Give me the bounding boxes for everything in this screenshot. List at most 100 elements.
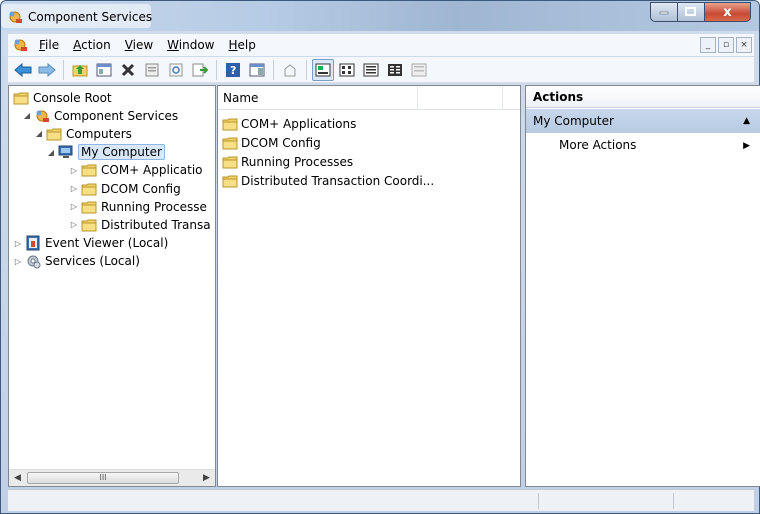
tree-item-label: Running Processe: [101, 199, 207, 214]
menu-help[interactable]: Help: [222, 38, 263, 52]
folder-icon: [81, 164, 97, 177]
expand-toggle-icon[interactable]: ▷: [13, 239, 23, 248]
tree-item[interactable]: Console Root: [13, 88, 112, 107]
caption-buttons: x: [650, 2, 751, 22]
large-icons-view-button[interactable]: [312, 58, 334, 81]
collapse-arrow-icon: ▲: [743, 116, 750, 126]
column-header-blank[interactable]: [418, 86, 503, 109]
tree-item[interactable]: ◢ Component Services: [22, 106, 178, 125]
export-list-button[interactable]: [189, 59, 211, 81]
list-item[interactable]: DCOM Config: [222, 133, 321, 152]
mdi-restore-button[interactable]: ▫: [718, 37, 734, 53]
tree-item[interactable]: ▷ DCOM Config: [69, 179, 181, 198]
mdi-buttons: _ ▫ ×: [700, 37, 752, 53]
expand-toggle-icon[interactable]: ◢: [22, 111, 32, 120]
expand-toggle-icon[interactable]: ▷: [13, 257, 23, 266]
toolbar-separator: [306, 59, 307, 80]
expand-toggle-icon[interactable]: ◢: [34, 129, 44, 138]
help-icon: ?: [226, 62, 240, 77]
minimize-button[interactable]: [650, 2, 678, 22]
event-viewer-icon: [26, 235, 40, 251]
tree-item[interactable]: ◢ Computers: [34, 124, 132, 143]
tree-horizontal-scrollbar[interactable]: ◀ III ▶: [9, 469, 215, 486]
list-item[interactable]: Distributed Transaction Coordi...: [222, 171, 434, 190]
menu-window[interactable]: Window: [160, 38, 221, 52]
tree-item[interactable]: ▷ Running Processe: [69, 197, 207, 216]
status-separator: [538, 493, 539, 509]
app-window: Component Services x File Action View Wi…: [0, 0, 760, 514]
small-icons-view-button[interactable]: [336, 59, 358, 81]
mdi-minimize-button[interactable]: _: [700, 37, 716, 53]
tree-item[interactable]: ▷ Event Viewer (Local): [13, 234, 168, 253]
tree-item-label: Computers: [66, 126, 132, 141]
detail-view-button[interactable]: [384, 59, 406, 81]
actions-group-my-computer[interactable]: My Computer ▲: [526, 109, 760, 133]
tree-item-label: DCOM Config: [101, 181, 181, 196]
component-services-icon: [36, 110, 49, 122]
list-item-label: COM+ Applications: [241, 116, 357, 131]
tree-item-label: Event Viewer (Local): [45, 236, 169, 251]
help-button[interactable]: ?: [222, 59, 244, 81]
tree-item[interactable]: ▷ COM+ Applicatio: [69, 161, 203, 180]
menu-file[interactable]: File: [32, 38, 66, 52]
expand-toggle-icon[interactable]: ▷: [69, 220, 79, 229]
title-bar[interactable]: Component Services x: [1, 1, 759, 31]
toolbar: ?: [8, 57, 754, 83]
show-hide-tree-button[interactable]: [93, 59, 115, 81]
root-icon: [284, 63, 296, 76]
tree-item-label: Component Services: [54, 108, 179, 123]
list-view-button[interactable]: [360, 59, 382, 81]
forward-button[interactable]: [36, 59, 58, 81]
expand-toggle-icon[interactable]: ▷: [69, 184, 79, 193]
customize-view-button[interactable]: [408, 59, 430, 81]
menu-view[interactable]: View: [118, 38, 160, 52]
computer-icon: [58, 145, 73, 159]
folder-icon: [81, 201, 97, 214]
tree-item-label: My Computer: [78, 144, 165, 161]
scroll-thumb[interactable]: III: [27, 472, 179, 484]
list-item[interactable]: COM+ Applications: [222, 114, 356, 133]
actions-group-label: My Computer: [533, 114, 614, 128]
scroll-left-arrow-icon[interactable]: ◀: [9, 470, 26, 486]
submenu-arrow-icon: ▶: [743, 141, 750, 151]
root-button[interactable]: [279, 59, 301, 81]
expand-toggle-icon[interactable]: ▷: [69, 202, 79, 211]
refresh-button[interactable]: [165, 59, 187, 81]
actions-header: Actions: [526, 86, 760, 108]
expand-toggle-icon[interactable]: ▷: [69, 166, 79, 175]
list-view-icon: [363, 63, 379, 76]
tree-item[interactable]: ◢ My Computer: [46, 143, 165, 162]
maximize-button[interactable]: [678, 2, 705, 22]
tree-item-label: Distributed Transa: [101, 217, 211, 232]
up-folder-button[interactable]: [69, 59, 91, 81]
maximize-icon: [685, 7, 696, 16]
tree-item[interactable]: ▷ Services (Local): [13, 252, 140, 271]
menu-window-label: indow: [178, 38, 215, 52]
more-actions-item[interactable]: More Actions: [559, 138, 636, 152]
console-tree-pane[interactable]: Console Root ◢ Component Services ◢ Computer…: [8, 85, 216, 487]
services-gear-icon: [27, 255, 41, 269]
scroll-right-arrow-icon[interactable]: ▶: [198, 470, 215, 486]
list-item[interactable]: Running Processes: [222, 152, 353, 171]
component-services-icon[interactable]: [12, 37, 28, 53]
column-header-name[interactable]: Name: [218, 86, 418, 109]
delete-button[interactable]: [117, 59, 139, 81]
back-button[interactable]: [12, 59, 34, 81]
expand-toggle-icon[interactable]: ◢: [46, 148, 56, 157]
back-arrow-icon: [14, 62, 32, 77]
up-folder-icon: [72, 64, 88, 76]
menu-action[interactable]: Action: [66, 38, 118, 52]
minimize-icon: [659, 11, 669, 15]
actions-pane: Actions My Computer ▲ More Actions ▶: [525, 85, 760, 487]
status-separator: [673, 493, 674, 509]
results-list-pane[interactable]: Name COM+ Applications DCOM Config Running…: [217, 85, 521, 487]
menu-bar: File Action View Window Help _ ▫ ×: [8, 34, 754, 56]
tree-item[interactable]: ▷ Distributed Transa: [69, 215, 211, 234]
properties-button[interactable]: [141, 59, 163, 81]
mdi-close-button[interactable]: ×: [736, 37, 752, 53]
tree-item-label: Services (Local): [45, 254, 140, 269]
show-hide-action-pane-button[interactable]: [246, 59, 268, 81]
export-list-icon: [192, 63, 208, 76]
close-button[interactable]: x: [705, 2, 751, 22]
list-item-label: Running Processes: [241, 154, 354, 169]
